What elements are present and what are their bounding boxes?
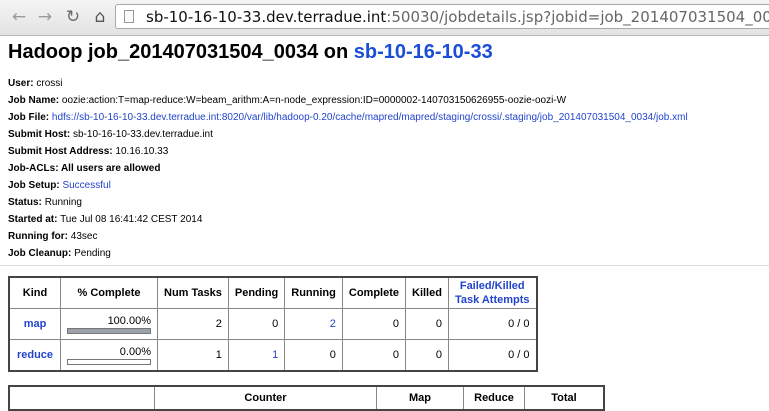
progress-text: 100.00% [107,314,151,327]
submitaddr-label: Submit Host Address: [8,146,113,157]
cleanup-row: Job Cleanup: Pending [8,245,761,262]
counters-header-blank [8,385,155,411]
header-running: Running [284,276,343,309]
jobfile-link[interactable]: hdfs://sb-10-16-10-33.dev.terradue.int:8… [52,112,688,123]
jobname-value: oozie:action:T=map-reduce:W=beam_arithm:… [61,95,567,106]
submithost-label: Submit Host: [8,129,71,140]
tasks-table: Kind % Complete Num Tasks Pending Runnin… [8,276,538,372]
header-complete: % Complete [60,276,158,309]
submithost-row: Submit Host: sb-10-16-10-33.dev.terradue… [8,126,761,143]
table-row: map 100.00% 2 0 2 0 0 0 / 0 [8,308,538,340]
runningfor-label: Running for: [8,231,68,242]
kind-cell[interactable]: map [8,308,61,340]
user-row: User: crossi [8,75,761,92]
jobfile-row: Job File: hdfs://sb-10-16-10-33.dev.terr… [8,109,761,126]
address-bar[interactable]: sb-10-16-10-33.dev.terradue.int:50030/jo… [115,4,769,29]
submithost-value: sb-10-16-10-33.dev.terradue.int [73,129,213,140]
started-label: Started at: [8,214,58,225]
header-reduce: Reduce [463,385,525,411]
url-text[interactable]: sb-10-16-10-33.dev.terradue.int:50030/jo… [146,8,769,26]
complete-cell: 0 [341,339,407,372]
num-tasks-cell: 2 [157,308,229,340]
user-value: crossi [36,78,63,89]
header-total: Total [524,385,605,411]
header-counter: Counter [154,385,377,411]
header-failed-killed[interactable]: Failed/Killed Task Attempts [447,276,538,309]
runningfor-row: Running for: 43sec [8,228,761,245]
cleanup-value: Pending [74,248,111,259]
failed-cell: 0 / 0 [447,308,538,340]
status-value: Running [44,197,82,208]
kind-reduce-link[interactable]: reduce [17,349,53,361]
acls-row: Job-ACLs: All users are allowed [8,160,761,177]
jobname-row: Job Name: oozie:action:T=map-reduce:W=be… [8,92,761,109]
jobname-label: Job Name: [8,95,60,106]
browser-toolbar: ← → ↻ ⌂ sb-10-16-10-33.dev.terradue.int:… [0,0,769,36]
running-link[interactable]: 2 [330,318,336,330]
header-kind: Kind [8,276,61,309]
page-title-text: Hadoop job_201407031504_0034 on [8,41,354,63]
url-host: sb-10-16-10-33.dev.terradue.int [146,8,387,26]
submitaddr-value: 10.16.10.33 [115,146,169,157]
counters-table: Counter Map Reduce Total [8,385,605,411]
kind-cell[interactable]: reduce [8,339,61,372]
killed-cell: 0 [405,339,449,372]
progress-bar [67,327,151,334]
started-row: Started at: Tue Jul 08 16:41:42 CEST 201… [8,211,761,228]
url-path: :50030/jobdetails.jsp?jobid=job_20140703… [386,8,769,26]
progress-fill [68,328,150,333]
header-num-tasks: Num Tasks [157,276,229,309]
acls-label: Job-ACLs: All users are allowed [8,163,161,174]
running-cell[interactable]: 2 [284,308,343,340]
jobfile-label: Job File: [8,112,50,123]
task-attempts-link[interactable]: Task Attempts [455,294,530,306]
pending-link[interactable]: 1 [272,349,278,361]
kind-map-link[interactable]: map [24,318,47,330]
progress-cell: 100.00% [60,308,158,340]
page-title: Hadoop job_201407031504_0034 on sb-10-16… [8,41,761,64]
failed-killed-link[interactable]: Failed/Killed [460,280,525,292]
user-label: User: [8,78,34,89]
failed-cell: 0 / 0 [447,339,538,372]
header-pending: Pending [227,276,286,309]
pending-cell[interactable]: 1 [227,339,286,372]
pending-cell: 0 [227,308,286,340]
divider [0,265,769,266]
running-cell: 0 [284,339,343,372]
killed-cell: 0 [405,308,449,340]
runningfor-value: 43sec [70,231,98,242]
setup-label: Job Setup: [8,180,60,191]
progress-cell: 0.00% [60,339,158,372]
header-map: Map [376,385,464,411]
submitaddr-row: Submit Host Address: 10.16.10.33 [8,143,761,160]
status-row: Status: Running [8,194,761,211]
reload-icon[interactable]: ↻ [62,6,84,28]
complete-cell: 0 [341,308,407,340]
progress-bar [67,358,151,365]
started-value: Tue Jul 08 16:41:42 CEST 2014 [60,214,203,225]
progress-text: 0.00% [119,345,151,358]
page-icon [124,10,134,23]
num-tasks-cell: 1 [157,339,229,372]
forward-arrow-icon[interactable]: → [34,6,56,28]
setup-link[interactable]: Successful [62,180,110,191]
home-icon[interactable]: ⌂ [89,6,111,28]
status-label: Status: [8,197,42,208]
job-info: User: crossi Job Name: oozie:action:T=ma… [8,75,761,262]
counters-header-row: Counter Map Reduce Total [8,385,605,411]
setup-row: Job Setup: Successful [8,177,761,194]
back-arrow-icon[interactable]: ← [8,6,30,28]
header-killed: Killed [405,276,449,309]
table-row: reduce 0.00% 1 1 0 0 0 0 / 0 [8,339,538,372]
tasks-header-row: Kind % Complete Num Tasks Pending Runnin… [8,276,538,309]
header-complete-count: Complete [341,276,407,309]
cleanup-label: Job Cleanup: [8,248,72,259]
host-link[interactable]: sb-10-16-10-33 [354,41,493,63]
